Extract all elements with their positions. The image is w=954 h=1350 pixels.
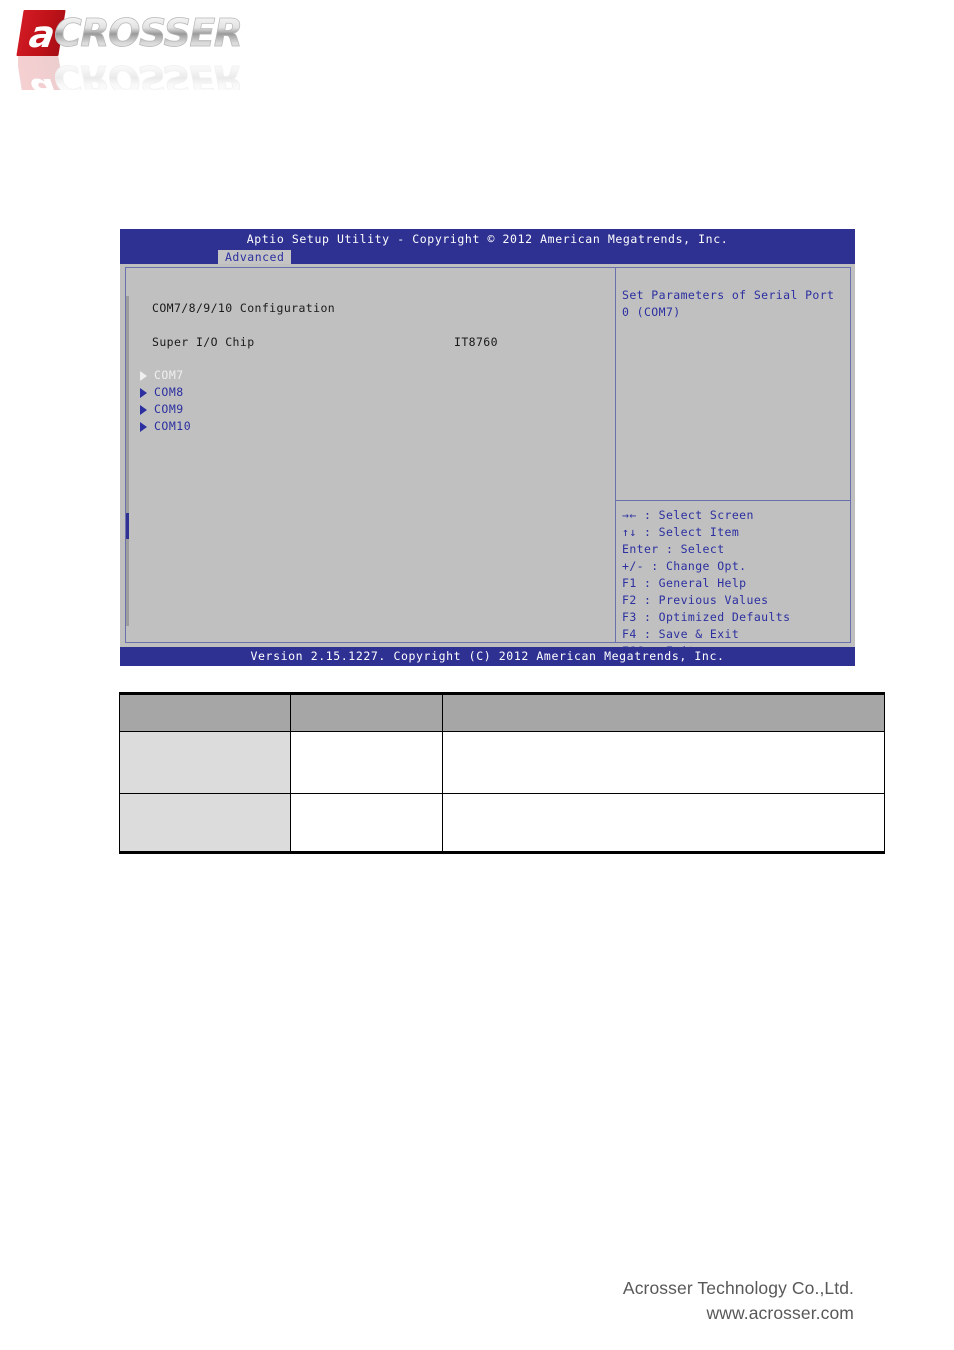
scroll-track[interactable] xyxy=(126,296,129,626)
help-key-general-help: F1 : General Help xyxy=(622,576,747,590)
section-title: COM7/8/9/10 Configuration xyxy=(152,301,336,315)
table-cell-description xyxy=(442,793,885,854)
help-divider xyxy=(616,500,851,501)
table-header-cell-1 xyxy=(119,692,291,732)
menu-item-com9-label: COM9 xyxy=(154,402,184,416)
table-header-row xyxy=(119,692,885,732)
table-cell-description xyxy=(442,731,885,794)
super-io-chip-value: IT8760 xyxy=(454,335,498,349)
table-header-cell-2 xyxy=(290,692,443,732)
help-key-list: →← : Select Screen ↑↓ : Select Item Ente… xyxy=(622,507,848,660)
logo-wordmark: CROSSER xyxy=(54,11,244,56)
chevron-right-icon xyxy=(140,422,147,432)
help-key-optimized-defaults: F3 : Optimized Defaults xyxy=(622,610,791,624)
table-header-cell-3 xyxy=(442,692,885,732)
bios-version-bar: Version 2.15.1227. Copyright (C) 2012 Am… xyxy=(120,647,855,666)
tab-advanced[interactable]: Advanced xyxy=(218,250,292,264)
footer-company-name: Acrosser Technology Co.,Ltd. xyxy=(622,1278,854,1298)
bios-body: COM7/8/9/10 Configuration Super I/O Chip… xyxy=(125,267,851,658)
table-cell-feature xyxy=(119,731,291,794)
table-cell-options xyxy=(290,731,443,794)
footer-website: www.acrosser.com xyxy=(706,1303,854,1323)
bios-setup-window: Aptio Setup Utility - Copyright © 2012 A… xyxy=(120,229,855,666)
menu-item-com7[interactable]: COM7 xyxy=(134,367,614,384)
page-footer: Acrosser Technology Co.,Ltd. www.acrosse… xyxy=(623,1276,854,1326)
chevron-right-icon xyxy=(140,388,147,398)
help-key-change-opt: +/- : Change Opt. xyxy=(622,559,747,573)
table-row xyxy=(119,793,885,854)
help-key-select-screen: →← : Select Screen xyxy=(622,508,754,522)
logo-reflection-word: CROSSER xyxy=(54,57,242,90)
section-title-row: COM7/8/9/10 Configuration xyxy=(134,300,614,317)
scroll-thumb[interactable] xyxy=(126,513,129,539)
description-table xyxy=(119,692,885,854)
info-row-super-io: Super I/O Chip IT8760 xyxy=(134,334,614,351)
menu-item-com10-label: COM10 xyxy=(154,419,192,433)
help-key-select-item: ↑↓ : Select Item xyxy=(622,525,740,539)
logo-main: a CROSSER xyxy=(16,8,298,58)
logo-a-glyph: a xyxy=(26,13,58,56)
help-key-save-exit: F4 : Save & Exit xyxy=(622,627,740,641)
help-description: Set Parameters of Serial Port 0 (COM7) xyxy=(622,288,835,319)
menu-item-com8-label: COM8 xyxy=(154,385,184,399)
super-io-chip-label: Super I/O Chip xyxy=(152,335,255,349)
table-row xyxy=(119,731,885,794)
bios-tab-bar: Advanced xyxy=(120,250,855,264)
bios-help-pane: Set Parameters of Serial Port 0 (COM7) →… xyxy=(615,268,851,658)
help-key-previous-values: F2 : Previous Values xyxy=(622,593,769,607)
table-cell-feature xyxy=(119,793,291,854)
logo-reflection: a CROSSER xyxy=(18,56,298,90)
menu-item-com8[interactable]: COM8 xyxy=(134,384,614,401)
acrosser-logo: a CROSSER a CROSSER xyxy=(16,8,318,96)
menu-item-com10[interactable]: COM10 xyxy=(134,418,614,435)
menu-item-com9[interactable]: COM9 xyxy=(134,401,614,418)
table-cell-options xyxy=(290,793,443,854)
bios-title: Aptio Setup Utility - Copyright © 2012 A… xyxy=(120,229,855,250)
chevron-right-icon xyxy=(140,405,147,415)
help-key-enter-select: Enter : Select xyxy=(622,542,725,556)
bios-main-pane: COM7/8/9/10 Configuration Super I/O Chip… xyxy=(134,276,614,634)
chevron-right-icon xyxy=(140,371,147,381)
menu-item-com7-label: COM7 xyxy=(154,368,184,382)
